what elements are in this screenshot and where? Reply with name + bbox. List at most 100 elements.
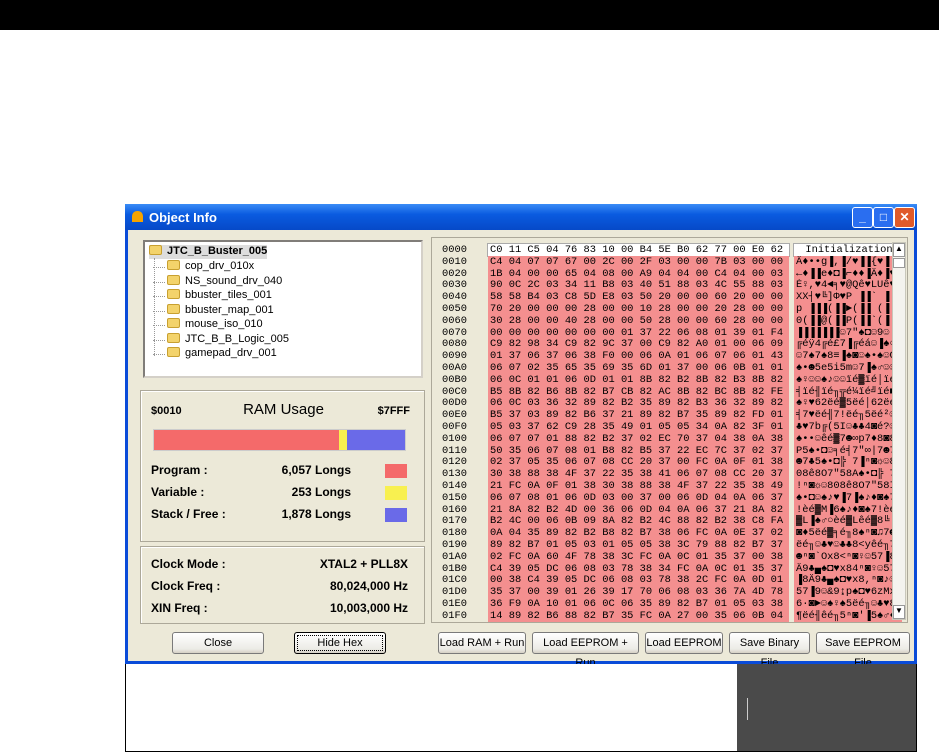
hex-bytes[interactable]: B5 37 03 89 82 B6 37 21 89 82 B7 35 89 8… (488, 409, 789, 422)
hex-bytes[interactable]: 0A 04 35 89 82 B2 B8 82 B7 38 06 FC 0A 0… (488, 527, 789, 540)
hex-address: 0190 (442, 539, 467, 551)
hex-bytes[interactable]: 21 8A 82 B2 4D 00 36 06 0D 04 0A 06 37 2… (488, 503, 789, 516)
hex-bytes[interactable]: C4 39 05 DC 06 08 03 78 38 34 FC 0A 0C 0… (488, 562, 789, 575)
ascii-text[interactable]: P5♠•◘☺╕é╡7"∞|7☻7 (794, 444, 902, 457)
ascii-text[interactable]: ♠•☻5e5i5m☺7▐♠♂☺☺ (794, 362, 902, 374)
ascii-text[interactable]: ♠••☺êé▓7☻∞p7♦8◙8 (794, 432, 902, 445)
ascii-text[interactable]: 0(▐▐@(▐▐P(▐▐`(▐▐ (794, 314, 902, 327)
ascii-text[interactable]: Ä♦••g▐,▐/♥▐▐{♥▐▐ (794, 255, 902, 268)
hex-bytes[interactable]: 30 28 00 00 40 28 00 00 50 28 00 00 60 2… (488, 314, 789, 327)
hide-hex-button[interactable]: Hide Hex (294, 632, 386, 654)
ascii-text[interactable]: ♠♀♥62ëé▓5ëé│62ëé (794, 397, 902, 410)
close-button[interactable]: Close (172, 632, 264, 654)
ascii-text[interactable]: ╔éÿ4╔é£7▐╔éá☺▐♠○ (794, 338, 902, 351)
ascii-text[interactable]: ▐▐▐▐▐▐▐☺7"♠◘☺9☺⌠ (794, 326, 902, 339)
ascii-text[interactable]: !ⁿ◙☼☺808ê8O7"58I (794, 480, 902, 492)
tree-item[interactable]: mouse_iso_010 (153, 318, 263, 332)
hex-bytes[interactable]: 70 20 00 00 00 28 00 00 10 28 00 00 20 2… (488, 303, 789, 315)
maximize-button[interactable]: □ (873, 207, 894, 228)
title-bar[interactable]: Object Info _ □ ✕ (125, 204, 917, 230)
hex-bytes[interactable]: 06 0C 01 01 06 0D 01 01 8B 82 B2 8B 82 B… (488, 373, 789, 386)
hex-address: 0080 (442, 338, 467, 351)
load-eeprom-run-button[interactable]: Load EEPROM + Run (532, 632, 639, 669)
tree-item[interactable]: bbuster_tiles_001 (153, 289, 272, 303)
ascii-text[interactable]: É♀,♥4◄╕♥@Qê♥LUê♥ (794, 279, 902, 292)
ram-row-label: Program : (151, 463, 208, 477)
tree-item[interactable]: JTC_B_B_Logic_005 (153, 332, 289, 347)
ascii-text[interactable]: ¶ëé╢êé╖5ⁿ◙'▐5♠♂♦ (794, 609, 902, 622)
hex-bytes[interactable]: C9 82 98 34 C9 82 9C 37 00 C9 82 A0 01 0… (488, 338, 789, 351)
hex-bytes[interactable]: B5 8B 82 B6 8B 82 B7 CB 82 AC 8B 82 BC 8… (488, 385, 789, 398)
hex-bytes[interactable]: C4 04 07 07 67 00 2C 00 2F 03 00 00 7B 0… (488, 255, 789, 268)
hex-bytes[interactable]: C0 11 C5 04 76 83 10 00 B4 5E B0 62 77 0… (487, 243, 790, 257)
ram-end-address: $7FFF (377, 405, 410, 417)
hex-bytes[interactable]: 21 FC 0A 0F 01 38 30 38 88 38 4F 37 22 3… (488, 480, 789, 492)
load-ram-run-button[interactable]: Load RAM + Run (438, 632, 526, 654)
ascii-text[interactable]: ♠•◘☺♠♪♥▐7▐♠♪♦◙♠7 (794, 491, 902, 504)
hex-bytes[interactable]: B2 4C 00 06 0B 09 8A 82 B2 4C 88 82 B2 3… (488, 515, 789, 528)
hex-bytes[interactable]: 01 37 06 37 06 38 F0 00 06 0A 01 06 07 0… (488, 350, 789, 363)
ascii-text[interactable]: p ▐▐▐(▐▐►(▐▐ (▐▐ (794, 303, 902, 315)
hex-address: 0110 (442, 444, 467, 457)
tree-item[interactable]: cop_drv_010x (153, 260, 254, 274)
hex-bytes[interactable]: 06 07 08 01 06 0D 03 00 37 00 06 0D 04 0… (488, 491, 789, 504)
ram-bar-segment (339, 430, 348, 450)
scroll-thumb[interactable] (893, 258, 905, 268)
save-binary-file-button[interactable]: Save Binary File (729, 632, 810, 669)
ascii-text[interactable]: ☻ⁿ◙`Ox8<ⁿ◙♀☺57▐8 (794, 550, 902, 563)
load-eeprom-button[interactable]: Load EEPROM (645, 632, 723, 654)
tree-item[interactable]: gamepad_drv_001 (153, 347, 277, 361)
hex-bytes[interactable]: 50 35 06 07 08 01 B8 82 B5 37 22 EC 7C 3… (488, 444, 789, 457)
ascii-text[interactable]: ☻7♣5♠•◘╠ 7▐ⁿ◙☼☺8 (794, 456, 902, 469)
ascii-text[interactable]: 08ê8O7"58A♠•◘╠ 7 (794, 468, 902, 481)
save-eeprom-file-button[interactable]: Save EEPROM File (816, 632, 910, 669)
hex-bytes[interactable]: 02 FC 0A 60 4F 78 38 3C FC 0A 0C 01 35 3… (488, 550, 789, 563)
ascii-text[interactable]: ◙♦5ëé▓╕é╖8♠ⁿ◙♫7☻ (794, 527, 902, 540)
object-tree[interactable]: JTC_B_Buster_005 cop_drv_010x NS_sound_dr… (143, 240, 423, 378)
tree-item[interactable]: bbuster_map_001 (153, 303, 274, 318)
hex-bytes[interactable]: 00 38 C4 39 05 DC 06 08 03 78 38 2C FC 0… (488, 574, 789, 587)
hex-bytes[interactable]: 35 37 00 39 01 26 39 17 70 06 08 03 36 7… (488, 586, 789, 599)
hex-bytes[interactable]: 00 00 00 00 00 00 00 01 37 22 06 08 01 3… (488, 326, 789, 339)
ascii-text[interactable]: !èé▓M▐6♠♪♦◙♠7!èé (794, 503, 902, 516)
hex-bytes[interactable]: 90 0C 2C 03 34 11 B8 03 40 51 88 03 4C 5… (488, 279, 789, 292)
ascii-text[interactable]: ╡ïé╢ïé╖╦é¼ïé╝ïé■ (794, 385, 902, 398)
ascii-text[interactable]: ♠♀☺☺♠♪☺☺ïé▓ïé│ïé (794, 373, 902, 386)
hex-bytes[interactable]: 36 F9 0A 10 01 06 0C 06 35 89 82 B7 01 0… (488, 598, 789, 610)
tree-root[interactable]: JTC_B_Buster_005 (149, 245, 268, 259)
ascii-text[interactable]: 6∙◙►☺♠♀♠5ëé╖☺♣♥8 (794, 598, 902, 610)
scroll-up-icon[interactable]: ▲ (893, 243, 905, 257)
hex-bytes[interactable]: 02 37 05 35 06 07 08 CC 20 37 00 FC 0A 0… (488, 456, 789, 469)
scroll-down-icon[interactable]: ▼ (893, 605, 905, 619)
ascii-text[interactable]: ▓L▐♠♂○èé▓Lêé▓8╚· (794, 515, 902, 528)
tree-item[interactable]: NS_sound_drv_040 (153, 274, 282, 289)
hex-bytes[interactable]: 06 0C 03 36 32 89 82 B2 35 89 82 B3 36 3… (488, 397, 789, 410)
hex-bytes[interactable]: 06 07 07 01 88 82 B2 37 02 EC 70 37 04 3… (488, 432, 789, 445)
hex-bytes[interactable]: 14 89 82 B6 88 82 B7 35 FC 0A 27 00 35 0… (488, 609, 789, 622)
hex-bytes[interactable]: 1B 04 00 00 65 04 08 00 A9 04 04 00 C4 0… (488, 267, 789, 280)
hex-bytes[interactable]: 30 38 88 38 4F 37 22 35 38 41 06 07 08 C… (488, 468, 789, 481)
hex-bytes[interactable]: 05 03 37 62 C9 28 35 49 01 05 05 34 0A 8… (488, 421, 789, 433)
hex-bytes[interactable]: 06 07 02 35 65 35 69 35 6D 01 37 00 06 0… (488, 362, 789, 374)
hex-scrollbar[interactable]: ▲ ▼ (892, 242, 906, 620)
ascii-text[interactable]: Ä9♣▄♠◘♥x84ⁿ◙♀☺57 (794, 562, 902, 575)
ascii-text[interactable]: ☺7♠7♠8≡▐♠◙☺♠•♠☺C (794, 350, 902, 363)
hex-row: 01F0 14 89 82 B6 88 82 B7 35 FC 0A 27 00 … (442, 609, 902, 622)
hex-bytes[interactable]: 89 82 B7 01 05 03 01 05 05 38 3C 79 88 8… (488, 539, 789, 551)
ascii-text[interactable]: XX┤♥╚]Φ♥P ▐▐` ▐▐ (794, 291, 902, 304)
hex-row: 0110 50 35 06 07 08 01 B8 82 B5 37 22 EC … (442, 444, 902, 457)
clock-label: Clock Freq : (151, 579, 221, 593)
hex-address: 0050 (442, 303, 467, 315)
hex-address: 0030 (442, 279, 467, 292)
ascii-text[interactable]: 57▐9☺&9↨p♠◘♥6zMx (794, 586, 902, 599)
hex-view[interactable]: 0000 C0 11 C5 04 76 83 10 00 B4 5E B0 62 … (431, 237, 908, 623)
ascii-text[interactable]: ▐8Ä9♣▄♠◘♥x8,ⁿ◙♪☺ (794, 574, 902, 587)
hex-bytes[interactable]: 58 58 B4 03 C8 5D E8 03 50 20 00 00 60 2… (488, 291, 789, 304)
close-window-button[interactable]: ✕ (894, 207, 915, 228)
minimize-button[interactable]: _ (852, 207, 873, 228)
ascii-text[interactable]: ♣♥7b╔(5I☺♣♣4◙é?☺ (794, 421, 902, 433)
ascii-text[interactable]: ╡7♥ëé╢7!ëé╖5ëé²☺ (794, 409, 902, 422)
ram-row-value: 6,057 Longs (281, 463, 351, 477)
ascii-text[interactable]: ←♦▐▐e♦◘▐⌐♦♦▐Ä♦▐♥ (794, 267, 902, 280)
ascii-text[interactable]: ëé╖☺♣♥☺♣♣8<yêé╖7 (794, 539, 902, 551)
